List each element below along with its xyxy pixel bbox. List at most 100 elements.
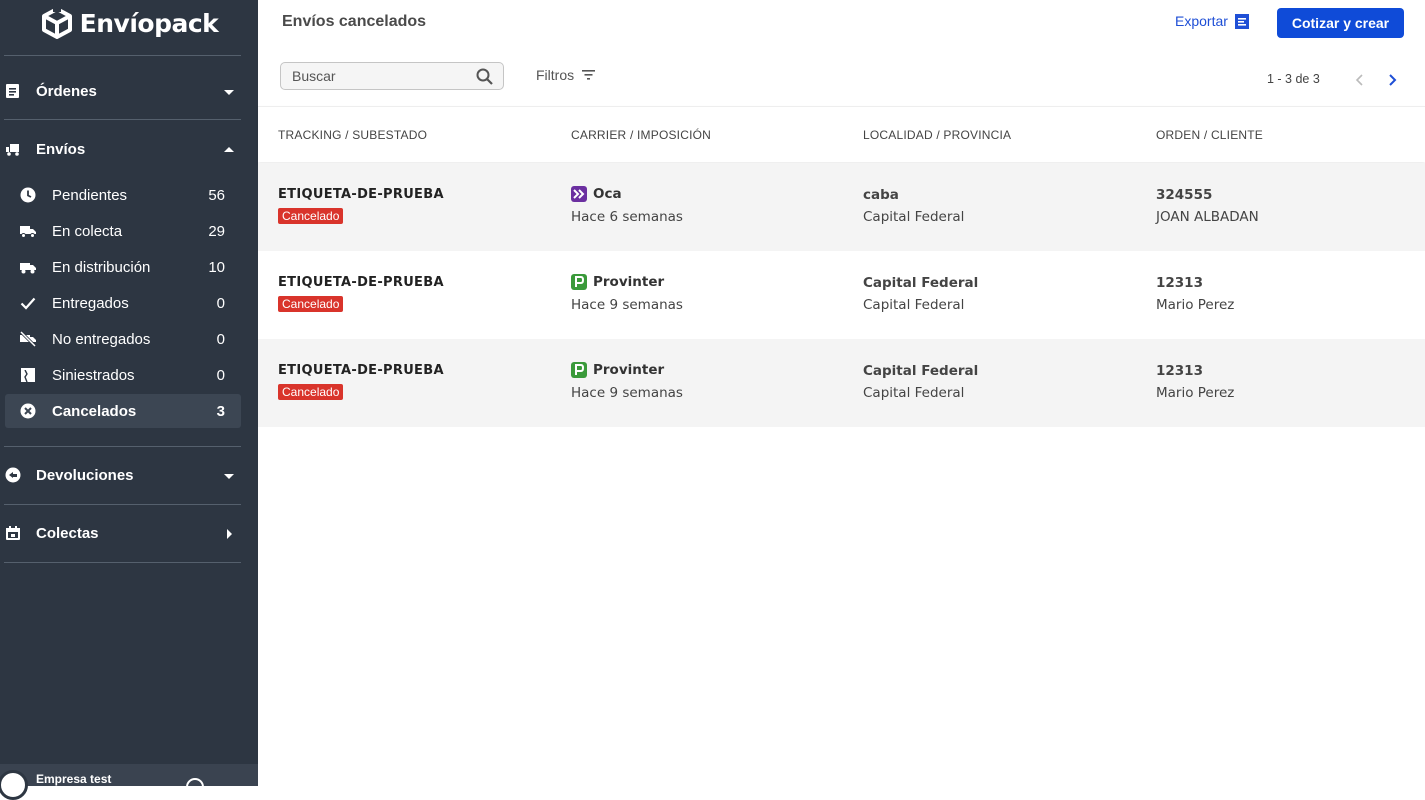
- tracking-number[interactable]: ETIQUETA-DE-PRUEBA: [278, 363, 444, 378]
- chevron-right-icon[interactable]: [1384, 72, 1400, 88]
- tracking-number[interactable]: ETIQUETA-DE-PRUEBA: [278, 275, 444, 290]
- order-cell: 12313 Mario Perez: [1156, 363, 1234, 401]
- help-icon[interactable]: [186, 778, 204, 796]
- returns-icon: [5, 467, 21, 483]
- check-icon: [20, 297, 36, 310]
- sidebar-item-en-colecta[interactable]: En colecta 29: [5, 214, 241, 248]
- page-title: Envíos cancelados: [282, 13, 427, 30]
- sidebar: Envíopack Órdenes Envíos Pendientes 56 E…: [0, 0, 258, 800]
- sidebar-section-envios[interactable]: Envíos: [0, 129, 258, 169]
- filters-label: Filtros: [536, 67, 575, 83]
- province: Capital Federal: [863, 297, 965, 313]
- shipping-icon: [6, 144, 19, 156]
- export-doc-icon: [1234, 13, 1249, 29]
- client-name: Mario Perez: [1156, 385, 1235, 401]
- order-number[interactable]: 12313: [1156, 363, 1234, 379]
- sidebar-item-count: 0: [216, 294, 225, 312]
- carrier-cell: Provinter Hace 9 semanas: [571, 362, 683, 401]
- divider: [4, 119, 241, 120]
- locality: caba: [863, 187, 899, 203]
- brand-name: Envíopack: [79, 8, 219, 38]
- filters-button[interactable]: Filtros: [536, 67, 596, 83]
- table-header: TRACKING / SUBESTADO CARRIER / IMPOSICIÓ…: [258, 106, 1425, 162]
- provinter-logo-icon: [571, 274, 587, 290]
- sidebar-item-label: Cancelados: [52, 402, 137, 420]
- divider: [4, 562, 241, 563]
- pagination-info: 1 - 3 de 3: [1267, 72, 1320, 86]
- truck-icon: [20, 226, 36, 238]
- province: Capital Federal: [863, 209, 965, 225]
- sidebar-item-count: 0: [216, 366, 225, 384]
- sidebar-section-label: Devoluciones: [36, 466, 134, 484]
- sidebar-item-no-entregados[interactable]: No entregados 0: [5, 322, 241, 356]
- table-row[interactable]: ETIQUETA-DE-PRUEBA Cancelado Oca Hace 6 …: [258, 163, 1425, 251]
- carrier-cell: Provinter Hace 9 semanas: [571, 274, 683, 313]
- search-box: [280, 62, 504, 90]
- avatar[interactable]: [0, 770, 28, 800]
- brand-logo[interactable]: Envíopack: [0, 0, 258, 46]
- create-quote-button[interactable]: Cotizar y crear: [1277, 8, 1404, 38]
- oca-logo-icon: [571, 186, 587, 202]
- order-number[interactable]: 12313: [1156, 275, 1234, 291]
- sidebar-section-ordenes[interactable]: Órdenes: [0, 71, 258, 111]
- sidebar-item-cancelados[interactable]: Cancelados 3: [5, 394, 241, 428]
- carrier-name: Oca: [593, 186, 622, 202]
- locality: Capital Federal: [863, 275, 979, 291]
- sidebar-item-count: 29: [208, 222, 225, 240]
- damaged-box-icon: [21, 368, 35, 383]
- carrier-name-line: Provinter: [571, 362, 683, 378]
- tracking-number[interactable]: ETIQUETA-DE-PRUEBA: [278, 187, 444, 202]
- sidebar-item-siniestrados[interactable]: Siniestrados 0: [5, 358, 241, 392]
- calendar-icon: [6, 526, 20, 540]
- tracking-cell: ETIQUETA-DE-PRUEBA Cancelado: [278, 363, 444, 401]
- client-name: JOAN ALBADAN: [1156, 209, 1259, 225]
- locality-cell: Capital Federal Capital Federal: [863, 363, 978, 401]
- sidebar-item-entregados[interactable]: Entregados 0: [5, 286, 241, 320]
- carrier-cell: Oca Hace 6 semanas: [571, 186, 683, 225]
- sidebar-item-en-distribucion[interactable]: En distribución 10: [5, 250, 241, 284]
- divider: [4, 446, 241, 447]
- sidebar-item-label: En distribución: [52, 258, 151, 276]
- tracking-cell: ETIQUETA-DE-PRUEBA Cancelado: [278, 187, 444, 225]
- search-input[interactable]: [281, 63, 471, 89]
- sidebar-section-label: Envíos: [36, 140, 86, 158]
- client-name: Mario Perez: [1156, 297, 1235, 313]
- sidebar-section-label: Colectas: [36, 524, 99, 542]
- order-number[interactable]: 324555: [1156, 187, 1259, 203]
- delivery-truck-icon: [20, 263, 36, 274]
- carrier-name: Provinter: [593, 362, 665, 378]
- locality-cell: caba Capital Federal: [863, 187, 964, 225]
- account-footer[interactable]: Empresa test: [0, 764, 258, 800]
- carrier-name-line: Provinter: [571, 274, 683, 290]
- column-header-locality[interactable]: LOCALIDAD / PROVINCIA: [863, 128, 1011, 142]
- chevron-down-icon: [224, 90, 234, 95]
- chevron-down-icon: [224, 474, 234, 479]
- imposition-time: Hace 6 semanas: [571, 209, 683, 225]
- sidebar-item-pendientes[interactable]: Pendientes 56: [5, 178, 241, 212]
- tracking-cell: ETIQUETA-DE-PRUEBA Cancelado: [278, 275, 444, 313]
- export-label: Exportar: [1175, 13, 1228, 29]
- province: Capital Federal: [863, 385, 965, 401]
- filter-icon: [582, 70, 596, 80]
- column-header-order[interactable]: ORDEN / CLIENTE: [1156, 128, 1263, 142]
- main-content: Envíos cancelados Exportar Cotizar y cre…: [258, 0, 1425, 786]
- search-icon[interactable]: [476, 68, 493, 85]
- clock-icon: [20, 187, 36, 203]
- chevron-left-icon[interactable]: [1352, 72, 1368, 88]
- table-row[interactable]: ETIQUETA-DE-PRUEBA Cancelado Provinter H…: [258, 251, 1425, 339]
- carrier-name-line: Oca: [571, 186, 683, 202]
- export-button[interactable]: Exportar: [1175, 13, 1249, 29]
- divider: [4, 55, 241, 56]
- column-header-tracking[interactable]: TRACKING / SUBESTADO: [278, 128, 427, 142]
- divider: [4, 504, 241, 505]
- not-delivered-icon: [20, 331, 36, 347]
- table-row[interactable]: ETIQUETA-DE-PRUEBA Cancelado Provinter H…: [258, 339, 1425, 427]
- sidebar-item-label: Entregados: [52, 294, 129, 312]
- status-badge: Cancelado: [278, 384, 344, 400]
- sidebar-section-label: Órdenes: [36, 82, 97, 100]
- cancel-circle-icon: [20, 403, 36, 419]
- sidebar-section-devoluciones[interactable]: Devoluciones: [0, 455, 258, 495]
- column-header-carrier[interactable]: CARRIER / IMPOSICIÓN: [571, 128, 711, 142]
- sidebar-section-colectas[interactable]: Colectas: [0, 513, 258, 553]
- imposition-time: Hace 9 semanas: [571, 385, 683, 401]
